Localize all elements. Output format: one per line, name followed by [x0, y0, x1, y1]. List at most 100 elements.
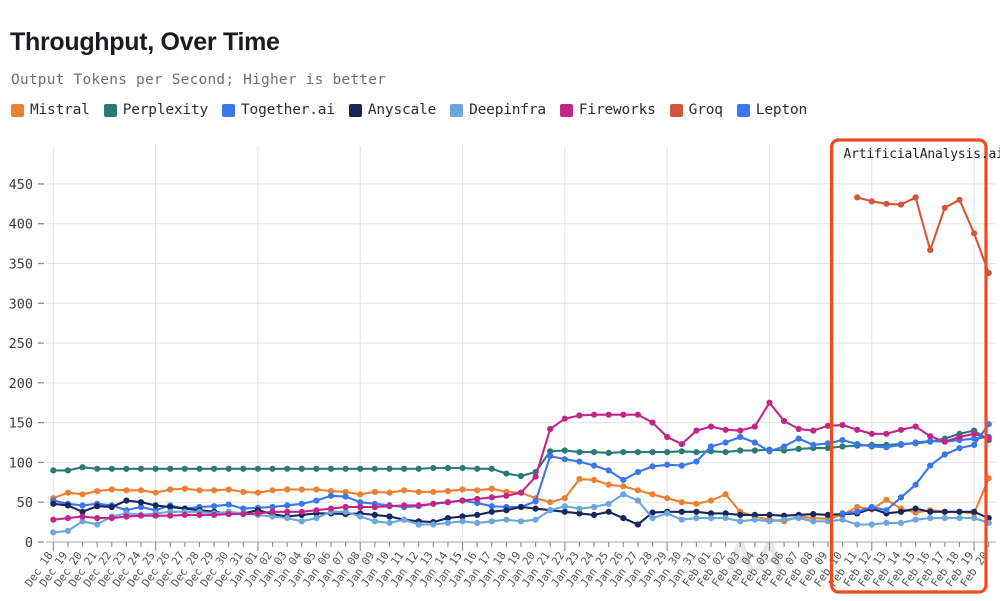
data-point[interactable] — [64, 502, 71, 509]
data-point[interactable] — [605, 467, 612, 474]
data-point[interactable] — [693, 449, 700, 456]
data-point[interactable] — [415, 465, 422, 472]
data-point[interactable] — [576, 476, 583, 483]
data-point[interactable] — [430, 488, 437, 495]
data-point[interactable] — [854, 194, 861, 201]
data-point[interactable] — [854, 521, 861, 528]
data-point[interactable] — [693, 508, 700, 515]
data-point[interactable] — [868, 503, 875, 511]
data-point[interactable] — [415, 502, 422, 509]
data-point[interactable] — [211, 487, 218, 494]
data-point[interactable] — [444, 519, 451, 527]
data-point[interactable] — [327, 465, 335, 472]
data-point[interactable] — [459, 497, 466, 504]
data-point[interactable] — [517, 503, 525, 511]
data-point[interactable] — [634, 521, 642, 528]
data-point[interactable] — [781, 417, 788, 425]
data-point[interactable] — [415, 521, 422, 528]
data-point[interactable] — [254, 510, 261, 517]
data-point[interactable] — [576, 449, 583, 456]
data-point[interactable] — [576, 412, 583, 419]
data-point[interactable] — [547, 425, 554, 433]
data-point[interactable] — [927, 433, 934, 440]
data-point[interactable] — [591, 476, 598, 483]
data-point[interactable] — [371, 511, 378, 518]
data-point[interactable] — [284, 508, 291, 515]
data-point[interactable] — [561, 508, 568, 515]
data-point[interactable] — [941, 451, 948, 458]
data-point[interactable] — [751, 516, 758, 523]
data-point[interactable] — [401, 502, 408, 509]
data-point[interactable] — [503, 470, 510, 477]
data-point[interactable] — [605, 411, 612, 418]
data-point[interactable] — [897, 441, 905, 448]
data-point[interactable] — [137, 465, 145, 472]
data-point[interactable] — [532, 498, 539, 505]
data-point[interactable] — [415, 488, 422, 495]
data-point[interactable] — [883, 519, 890, 527]
data-point[interactable] — [517, 518, 525, 525]
data-point[interactable] — [839, 510, 846, 517]
data-point[interactable] — [474, 495, 481, 503]
data-point[interactable] — [488, 494, 495, 501]
data-point[interactable] — [561, 503, 568, 510]
data-point[interactable] — [474, 487, 481, 494]
data-point[interactable] — [664, 449, 671, 456]
data-point[interactable] — [912, 505, 919, 512]
data-point[interactable] — [941, 438, 948, 445]
data-point[interactable] — [488, 503, 495, 510]
data-point[interactable] — [664, 510, 671, 517]
data-point[interactable] — [722, 449, 729, 456]
data-point[interactable] — [795, 515, 802, 522]
data-point[interactable] — [810, 518, 817, 525]
data-point[interactable] — [649, 419, 656, 426]
data-point[interactable] — [167, 465, 174, 472]
data-point[interactable] — [459, 518, 466, 525]
data-point[interactable] — [123, 487, 130, 494]
data-point[interactable] — [883, 496, 890, 503]
data-point[interactable] — [737, 518, 744, 525]
data-point[interactable] — [591, 411, 598, 418]
data-point[interactable] — [401, 516, 408, 523]
data-point[interactable] — [795, 445, 802, 452]
data-point[interactable] — [284, 515, 291, 522]
data-point[interactable] — [897, 494, 905, 501]
data-point[interactable] — [751, 439, 758, 446]
data-point[interactable] — [547, 507, 554, 514]
data-point[interactable] — [678, 462, 685, 469]
data-point[interactable] — [678, 508, 685, 515]
data-point[interactable] — [605, 508, 612, 515]
data-point[interactable] — [94, 515, 101, 522]
data-point[interactable] — [737, 433, 744, 441]
data-point[interactable] — [371, 465, 378, 472]
data-point[interactable] — [503, 492, 510, 499]
data-point[interactable] — [532, 516, 539, 523]
data-point[interactable] — [649, 463, 656, 470]
data-point[interactable] — [327, 492, 335, 499]
data-point[interactable] — [693, 427, 700, 434]
data-point[interactable] — [971, 508, 978, 515]
data-point[interactable] — [181, 465, 188, 472]
data-point[interactable] — [313, 465, 320, 472]
data-point[interactable] — [327, 505, 335, 512]
data-point[interactable] — [854, 508, 861, 515]
data-point[interactable] — [269, 465, 276, 472]
data-point[interactable] — [123, 465, 130, 472]
data-point[interactable] — [64, 467, 71, 474]
data-point[interactable] — [532, 473, 539, 480]
data-point[interactable] — [927, 515, 934, 522]
data-point[interactable] — [181, 511, 188, 518]
data-point[interactable] — [605, 449, 612, 456]
data-point[interactable] — [810, 427, 817, 434]
data-point[interactable] — [64, 489, 71, 496]
data-point[interactable] — [605, 500, 612, 507]
data-point[interactable] — [342, 493, 349, 500]
data-point[interactable] — [371, 503, 378, 511]
data-point[interactable] — [269, 487, 276, 494]
data-point[interactable] — [137, 487, 145, 494]
data-point[interactable] — [971, 430, 978, 437]
data-point[interactable] — [956, 433, 963, 441]
data-point[interactable] — [79, 513, 86, 520]
data-point[interactable] — [240, 488, 247, 495]
data-point[interactable] — [854, 441, 861, 448]
